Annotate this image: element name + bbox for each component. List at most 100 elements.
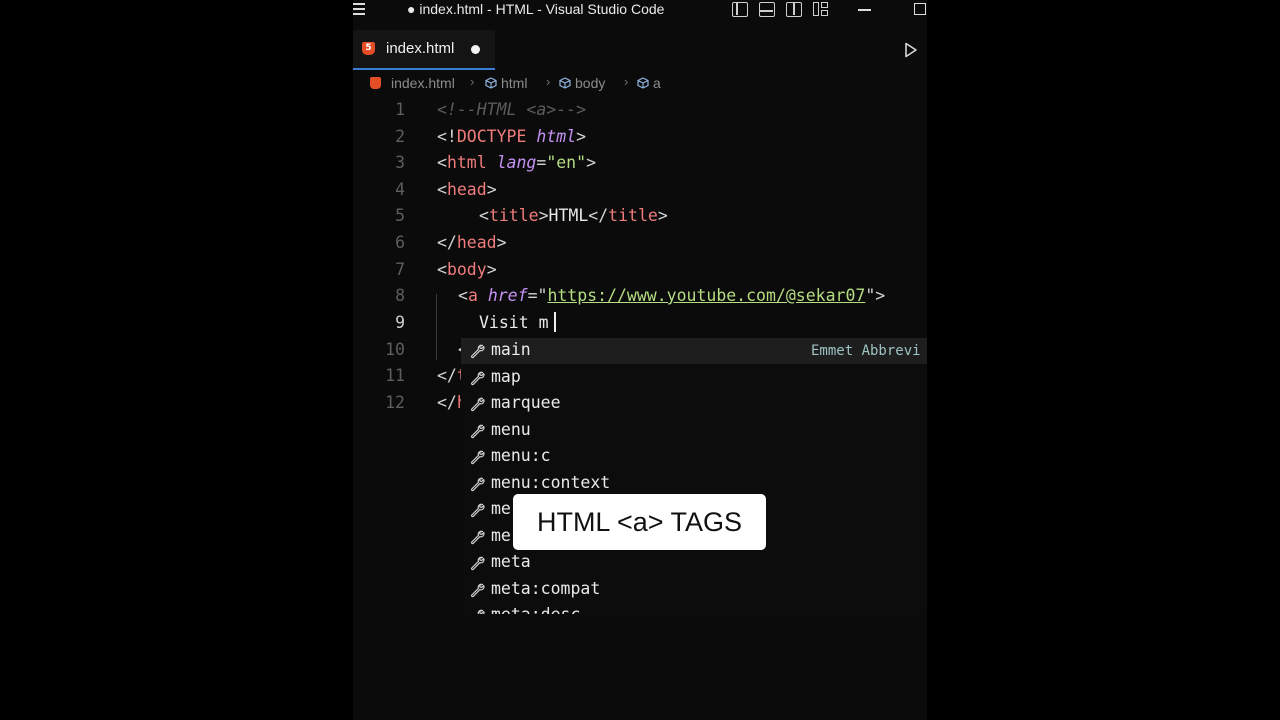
breadcrumb-label: body [575,75,606,91]
tab-label: index.html [386,40,455,57]
toggle-secondary-sidebar-icon[interactable] [786,2,802,17]
line-number: 11 [385,366,405,385]
line-number: 8 [395,286,405,305]
suggestion-item[interactable]: marquee [461,391,927,417]
tag-token: title [608,206,658,225]
suggestion-item[interactable]: meta [461,550,927,576]
wrench-icon [469,449,485,465]
wrench-icon [469,396,485,412]
line-number: 2 [395,127,405,146]
breadcrumb-label: index.html [391,75,455,91]
run-icon[interactable] [904,42,918,58]
line-number: 5 [395,206,405,225]
text-token: Visit m [479,313,549,332]
suggestion-label: map [491,366,521,386]
breadcrumb-item-body[interactable]: body [559,75,605,91]
wrench-icon [469,502,485,518]
chevron-right-icon: › [470,74,475,89]
breadcrumb-item-a[interactable]: a [637,75,661,91]
tag-token: body [446,260,487,279]
tag-token: head [456,233,497,252]
suggestion-item[interactable]: map [461,365,927,391]
suggestion-label: meta:desc [491,605,580,614]
wrench-icon [469,608,485,614]
line-number: 12 [385,393,405,412]
attr-token: href [487,286,528,305]
wrench-icon [469,343,485,359]
toggle-primary-sidebar-icon[interactable] [732,2,748,17]
wrench-icon [469,423,485,439]
code-line-1: <!--HTML <a>--> [437,100,586,119]
symbol-element-icon [559,77,571,89]
vscode-window: ● index.html - HTML - Visual Studio Code… [353,0,927,720]
punct-token: <! [437,127,457,146]
text-cursor [554,312,556,332]
wrench-icon [469,529,485,545]
tag-token: DOCTYPE [456,127,527,146]
tag-token: a [467,286,478,305]
punct-token: </ [437,366,457,385]
tag-token: html [446,153,487,172]
suggestion-detail: Emmet Abbrevi [811,343,921,359]
code-line-6: </head> [437,233,507,252]
window-title: ● index.html - HTML - Visual Studio Code [407,1,665,17]
minimize-button[interactable] [858,9,871,11]
suggestion-item[interactable]: menu [461,418,927,444]
suggestion-label: marquee [491,393,561,412]
line-number: 10 [385,340,405,359]
attr-token: lang [496,153,537,172]
suggestion-item[interactable]: main Emmet Abbrevi [461,338,927,364]
breadcrumb: index.html › html › body › a [353,72,927,96]
code-line-8: <a href="https://www.youtube.com/@sekar0… [458,286,886,305]
line-number: 3 [395,153,405,172]
line-number-current: 9 [395,313,405,332]
code-line-3: <html lang="en"> [437,153,596,172]
code-editor[interactable]: 1 2 3 4 5 6 7 8 9 10 11 12 <!--HTML <a>-… [353,96,927,720]
title-bar: ● index.html - HTML - Visual Studio Code [353,0,927,22]
suggestion-label: menu:c [491,446,551,465]
video-caption: HTML <a> TAGS [513,494,766,550]
tag-token: head [446,180,487,199]
hamburger-menu-icon[interactable] [353,3,365,15]
suggestion-label: meta:compat [491,578,601,598]
suggestion-label: me [491,525,511,545]
toggle-panel-icon[interactable] [759,2,775,17]
breadcrumb-item-file[interactable]: index.html [370,75,455,91]
indent-guide [436,294,437,360]
text-token: HTML [548,206,589,225]
code-line-5: <title>HTML</title> [479,206,668,225]
comment-token: <!--HTML <a>--> [437,100,587,119]
unsaved-dot-icon[interactable] [471,45,480,54]
suggestion-item[interactable]: menu:context [461,471,927,497]
wrench-icon [469,555,485,571]
chevron-right-icon: › [624,74,629,89]
breadcrumb-label: html [501,75,528,91]
chevron-right-icon: › [546,74,551,89]
symbol-element-icon [637,77,649,89]
line-number: 4 [395,180,405,199]
string-token: "en" [546,153,587,172]
restore-button[interactable] [914,3,926,15]
line-number: 6 [395,233,405,252]
suggestion-item[interactable]: meta:desc [461,603,927,614]
tab-index-html[interactable]: 5 index.html [353,30,495,70]
html5-icon [370,77,381,89]
line-number: 7 [395,260,405,279]
suggestion-widget[interactable]: main Emmet Abbrevi map marquee menu menu:c men… [461,338,927,614]
suggestion-item[interactable]: menu:c [461,444,927,470]
tag-token: title [488,206,539,225]
line-number: 1 [395,100,405,119]
suggestion-label: main [491,340,531,359]
tab-bar: 5 index.html [353,30,927,70]
breadcrumb-item-html[interactable]: html [485,75,527,91]
wrench-icon [469,582,485,598]
customize-layout-icon[interactable] [813,2,829,17]
code-line-9: Visit m [479,313,549,332]
wrench-icon [469,370,485,386]
suggestion-label: me [491,499,511,518]
punct-token: </ [437,393,457,412]
url-link[interactable]: https://www.youtube.com/@sekar07 [547,286,865,305]
suggestion-label: meta [491,552,531,571]
suggestion-item[interactable]: meta:compat [461,577,927,603]
breadcrumb-label: a [653,75,661,91]
